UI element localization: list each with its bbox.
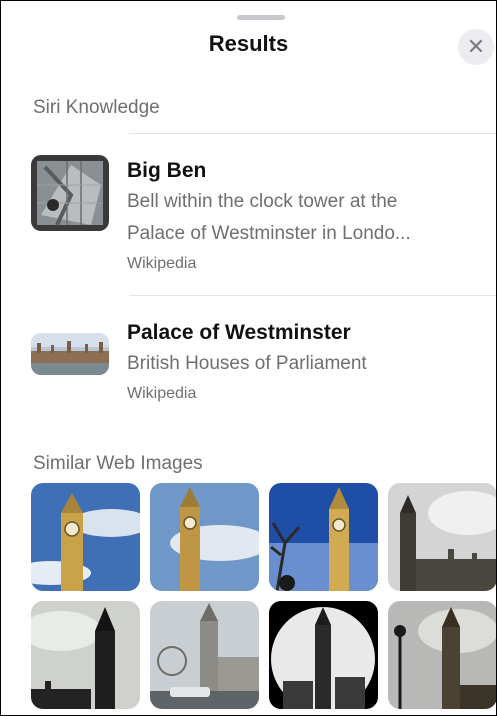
section-header-similar-web-images: Similar Web Images [33, 453, 203, 474]
palace-thumbnail [31, 333, 109, 375]
similar-image[interactable] [31, 601, 140, 709]
result-source: Wikipedia [127, 255, 197, 272]
similar-image[interactable] [388, 601, 496, 709]
result-subtitle: British Houses of Parliament [127, 353, 367, 374]
page-title: Results [208, 31, 289, 56]
close-button[interactable]: ✕ [458, 29, 494, 65]
big-ben-thumbnail [31, 155, 109, 231]
similar-image[interactable] [269, 601, 378, 709]
big-ben-thumbnail-image [31, 155, 109, 231]
result-subtitle: Bell within the clock tower at the [127, 191, 398, 212]
results-sheet: Results ✕ Siri Knowledge Big Ben Bell wi… [0, 0, 497, 716]
palace-thumbnail-image [31, 333, 109, 375]
similar-image[interactable] [269, 483, 378, 591]
divider [129, 295, 496, 296]
similar-image[interactable] [388, 483, 496, 591]
sheet-grabber[interactable] [237, 15, 285, 20]
similar-image[interactable] [150, 601, 259, 709]
similar-image[interactable] [31, 483, 140, 591]
divider [129, 133, 496, 134]
section-header-siri-knowledge: Siri Knowledge [33, 97, 160, 118]
result-title: Palace of Westminster [127, 321, 351, 344]
result-title: Big Ben [127, 159, 207, 182]
close-icon: ✕ [466, 34, 486, 59]
result-source: Wikipedia [127, 385, 197, 402]
similar-image[interactable] [150, 483, 259, 591]
result-subtitle: Palace of Westminster in Londo... [127, 223, 411, 244]
